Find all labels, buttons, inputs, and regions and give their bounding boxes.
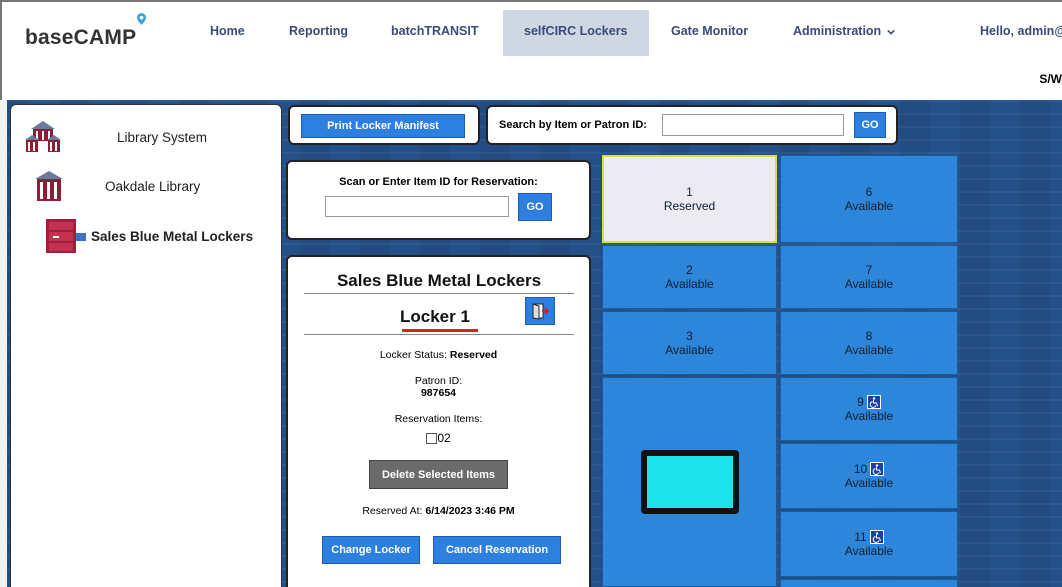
library-building-icon bbox=[25, 121, 61, 152]
library-building-icon bbox=[35, 171, 63, 201]
tree-item-oakdale-library[interactable]: Oakdale Library bbox=[33, 169, 200, 203]
left-edge bbox=[0, 100, 7, 587]
locker-cell-1[interactable]: 1 Reserved bbox=[602, 155, 777, 243]
locker-cell-partial bbox=[780, 579, 958, 587]
reservation-go-button[interactable]: GO bbox=[518, 193, 552, 221]
wheelchair-accessible-icon bbox=[870, 462, 885, 477]
search-go-button[interactable]: GO bbox=[854, 112, 886, 138]
patron-id-value: 987654 bbox=[420, 387, 457, 399]
nav-gate-monitor[interactable]: Gate Monitor bbox=[671, 24, 748, 38]
kiosk-screen bbox=[640, 450, 739, 514]
locker-number: 9 bbox=[857, 394, 864, 409]
search-input[interactable] bbox=[662, 114, 844, 136]
tree-item-label: Sales Blue Metal Lockers bbox=[91, 228, 254, 244]
reservation-scan-label: Scan or Enter Item ID for Reservation: bbox=[339, 176, 538, 188]
locker-details-panel: Sales Blue Metal Lockers Locker 1 Locker… bbox=[286, 255, 591, 587]
locker-status: Available bbox=[844, 277, 894, 291]
nav-administration-label: Administration bbox=[793, 24, 882, 38]
locker-cell-9[interactable]: 9 Available bbox=[780, 377, 958, 441]
locker-cell-8[interactable]: 8 Available bbox=[780, 311, 958, 375]
delete-selected-items-button[interactable]: Delete Selected Items bbox=[369, 460, 508, 489]
nav-selfcirc-lockers[interactable]: selfCIRC Lockers bbox=[503, 10, 649, 56]
top-navigation-bar: baseCAMP Home Reporting batchTRANSIT sel… bbox=[0, 0, 1062, 100]
nav-home[interactable]: Home bbox=[210, 24, 245, 38]
reservation-scan-panel: Scan or Enter Item ID for Reservation: G… bbox=[286, 160, 591, 240]
title-divider bbox=[304, 293, 574, 294]
locker-cell-6[interactable]: 6 Available bbox=[780, 155, 958, 243]
locker-cell-11[interactable]: 11 Available bbox=[780, 511, 958, 577]
locker-name: Locker 1 bbox=[400, 307, 470, 326]
locker-cell-3[interactable]: 3 Available bbox=[602, 311, 777, 375]
locker-divider bbox=[304, 334, 574, 335]
wheelchair-accessible-icon bbox=[866, 395, 881, 410]
app-logo[interactable]: baseCAMP bbox=[25, 13, 147, 50]
lockers-group-title: Sales Blue Metal Lockers bbox=[336, 271, 542, 290]
nav-administration[interactable]: Administration bbox=[793, 24, 895, 38]
locker-number: 6 bbox=[865, 185, 873, 199]
map-pin-icon bbox=[137, 13, 147, 25]
locker-name-underline bbox=[402, 329, 478, 332]
open-door-button[interactable] bbox=[525, 297, 555, 325]
locker-status-row: Locker Status: Reserved bbox=[288, 349, 589, 361]
locker-status: Available bbox=[844, 476, 894, 491]
locker-status-label: Locker Status: bbox=[379, 349, 447, 361]
locker-number: 11 bbox=[854, 529, 867, 544]
nav-batchtransit[interactable]: batchTRANSIT bbox=[391, 24, 479, 38]
locker-number: 3 bbox=[686, 329, 693, 343]
cancel-reservation-button[interactable]: Cancel Reservation bbox=[433, 536, 561, 564]
tree-item-label: Library System bbox=[117, 129, 208, 145]
locker-status: Available bbox=[665, 343, 714, 357]
open-door-icon bbox=[532, 303, 550, 320]
locker-cell-2[interactable]: 2 Available bbox=[602, 245, 777, 309]
locker-number: 8 bbox=[865, 329, 873, 343]
chevron-down-icon bbox=[886, 29, 895, 35]
print-panel: Print Locker Manifest bbox=[288, 105, 480, 145]
locker-cell-7[interactable]: 7 Available bbox=[780, 245, 958, 309]
main-area: Library System Oakdale Library Sales Blu… bbox=[0, 100, 1062, 587]
locker-status: Available bbox=[844, 343, 894, 357]
tree-item-library-system[interactable]: Library System bbox=[23, 119, 207, 155]
reservation-item-row: 02 bbox=[288, 431, 589, 445]
tree-item-sales-blue-metal-lockers[interactable]: Sales Blue Metal Lockers bbox=[45, 217, 253, 255]
location-tree-panel: Library System Oakdale Library Sales Blu… bbox=[10, 104, 282, 587]
locker-icon bbox=[46, 219, 86, 253]
locker-status-value: Reserved bbox=[449, 349, 498, 361]
kiosk-screen-cell bbox=[602, 377, 777, 587]
locker-status: Available bbox=[665, 277, 714, 291]
locker-status: Reserved bbox=[663, 199, 716, 213]
reserved-at-value: 6/14/2023 3:46 PM bbox=[425, 505, 515, 517]
reservation-items-label: Reservation Items: bbox=[394, 413, 483, 425]
reservation-item-label: 02 bbox=[437, 431, 451, 445]
header-sub-right: S/W bbox=[1039, 72, 1062, 86]
tree-item-label: Oakdale Library bbox=[105, 178, 201, 194]
reservation-item-input[interactable] bbox=[325, 196, 509, 217]
locker-number: 10 bbox=[853, 461, 868, 476]
nav-selfcirc-label: selfCIRC Lockers bbox=[524, 24, 628, 38]
logo-text: baseCAMP bbox=[25, 26, 137, 49]
locker-status: Available bbox=[844, 409, 894, 424]
locker-cell-10[interactable]: 10 Available bbox=[780, 443, 958, 509]
user-greeting[interactable]: Hello, admin@ bbox=[980, 24, 1062, 38]
locker-status: Available bbox=[844, 544, 894, 559]
reserved-at-row: Reserved At: 6/14/2023 3:46 PM bbox=[288, 505, 589, 517]
item-checkbox[interactable] bbox=[426, 433, 438, 445]
change-locker-button[interactable]: Change Locker bbox=[322, 536, 420, 564]
nav-reporting[interactable]: Reporting bbox=[289, 24, 348, 38]
patron-id-label: Patron ID: bbox=[414, 375, 463, 387]
locker-status: Available bbox=[844, 199, 894, 213]
reserved-at-label: Reserved At: bbox=[362, 505, 423, 517]
locker-number: 7 bbox=[865, 263, 873, 277]
search-label: Search by Item or Patron ID: bbox=[499, 119, 647, 131]
wheelchair-accessible-icon bbox=[869, 530, 884, 545]
search-panel: Search by Item or Patron ID: GO bbox=[486, 105, 898, 145]
locker-number: 2 bbox=[686, 263, 693, 277]
locker-number: 1 bbox=[686, 185, 693, 199]
print-locker-manifest-button[interactable]: Print Locker Manifest bbox=[301, 114, 465, 138]
